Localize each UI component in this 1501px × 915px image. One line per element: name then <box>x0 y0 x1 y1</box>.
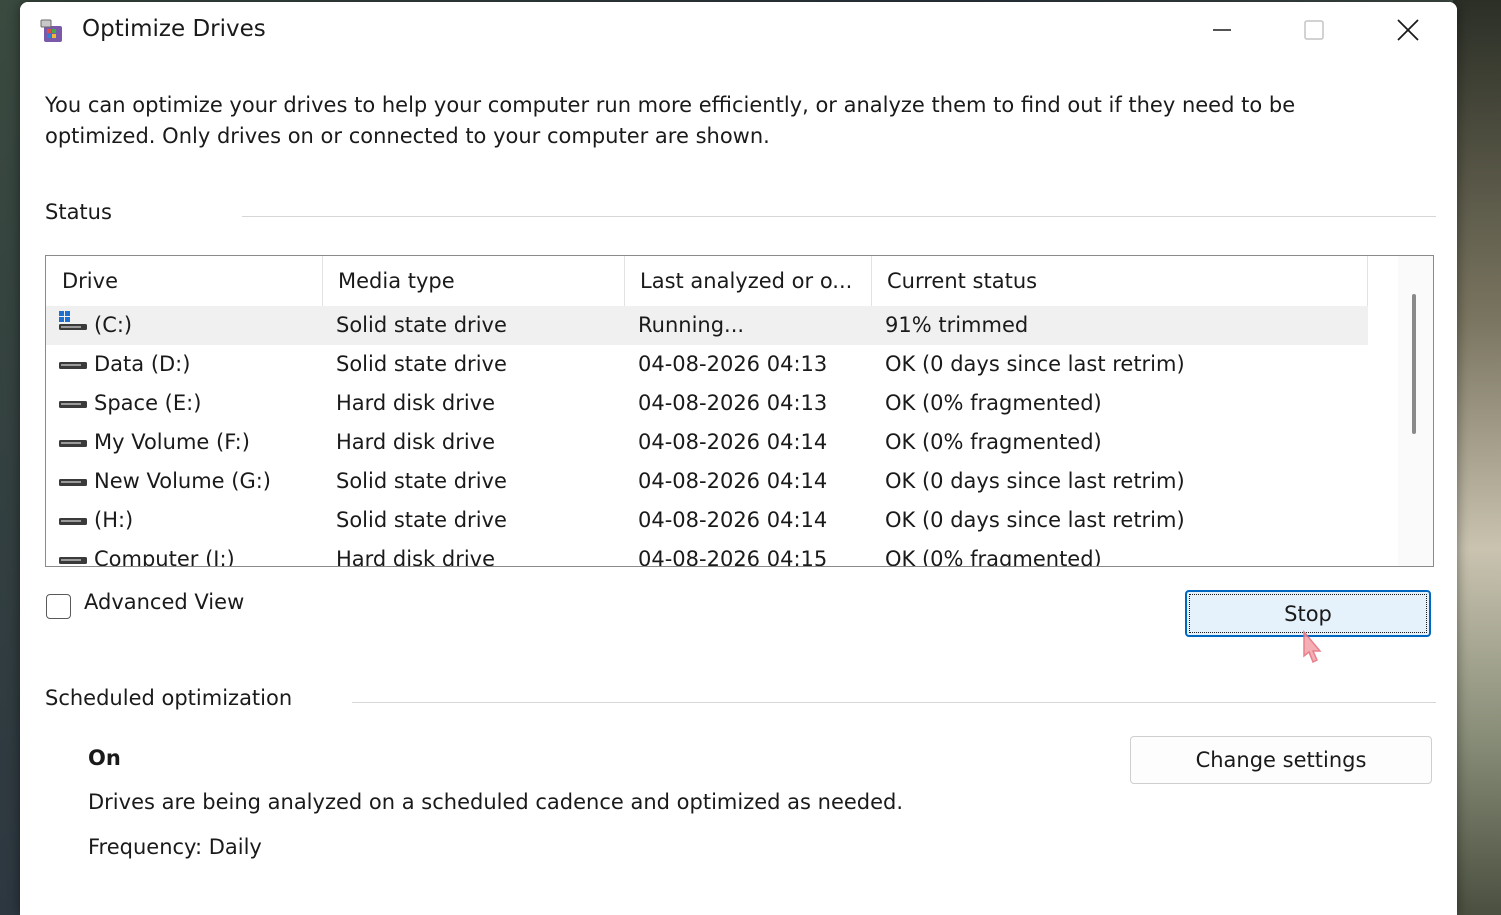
optimize-drives-window: Optimize Drives You can optimize your dr… <box>20 2 1457 915</box>
drive-icon <box>59 440 87 447</box>
column-separator[interactable] <box>1367 256 1368 306</box>
drive-name: (H:) <box>94 508 134 532</box>
maximize-icon <box>1304 20 1324 40</box>
status-group-divider <box>242 216 1436 217</box>
last-analyzed: 04-08-2026 04:14 <box>638 430 828 454</box>
media-type: Solid state drive <box>336 352 507 376</box>
media-type: Hard disk drive <box>336 430 496 454</box>
current-status: OK (0% fragmented) <box>885 391 1102 415</box>
advanced-view-label[interactable]: Advanced View <box>84 590 244 614</box>
schedule-description: Drives are being analyzed on a scheduled… <box>88 790 904 814</box>
drive-row[interactable]: New Volume (G:) Solid state drive 04-08-20… <box>46 462 1368 501</box>
scheduled-group-divider <box>352 702 1436 703</box>
drive-row[interactable]: Space (E:) Hard disk drive 04-08-2026 04:1… <box>46 384 1368 423</box>
minimize-icon <box>1213 29 1231 31</box>
drive-list[interactable]: Drive Media type Last analyzed or o... C… <box>45 255 1434 567</box>
drive-row[interactable]: (H:) Solid state drive 04-08-2026 04:14 OK … <box>46 501 1368 540</box>
maximize-button[interactable] <box>1268 6 1360 54</box>
description-text: You can optimize your drives to help you… <box>45 93 1296 148</box>
close-button[interactable] <box>1362 6 1454 54</box>
drive-name: (C:) <box>94 313 133 337</box>
title-bar[interactable]: Optimize Drives <box>20 2 1457 60</box>
column-header-media-type[interactable]: Media type <box>322 256 624 304</box>
desktop-wallpaper <box>1453 0 1501 915</box>
last-analyzed: 04-08-2026 04:14 <box>638 469 828 493</box>
drive-name: New Volume (G:) <box>94 469 271 493</box>
drive-name: My Volume (F:) <box>94 430 250 454</box>
scheduled-group-label: Scheduled optimization <box>45 686 293 710</box>
window-title: Optimize Drives <box>82 16 266 42</box>
schedule-state: On <box>88 746 121 770</box>
drive-icon <box>59 518 87 525</box>
column-header-drive[interactable]: Drive <box>46 256 322 304</box>
advanced-view-checkbox[interactable] <box>46 594 71 619</box>
drive-row[interactable]: (C:) Solid state drive Running... 91% trimm… <box>46 306 1368 345</box>
media-type: Hard disk drive <box>336 547 496 567</box>
media-type: Solid state drive <box>336 313 507 337</box>
list-scrollbar-thumb[interactable] <box>1412 294 1416 434</box>
current-status: OK (0% fragmented) <box>885 430 1102 454</box>
current-status: 91% trimmed <box>885 313 1029 337</box>
last-analyzed: 04-08-2026 04:14 <box>638 508 828 532</box>
column-header-last-analyzed[interactable]: Last analyzed or o... <box>624 256 871 304</box>
last-analyzed: 04-08-2026 04:13 <box>638 352 828 376</box>
mouse-pointer-icon <box>1303 630 1322 664</box>
drive-row[interactable]: My Volume (F:) Hard disk drive 04-08-2026 … <box>46 423 1368 462</box>
drive-row[interactable]: Data (D:) Solid state drive 04-08-2026 04:… <box>46 345 1368 384</box>
media-type: Solid state drive <box>336 508 507 532</box>
current-status: OK (0 days since last retrim) <box>885 469 1185 493</box>
drive-icon <box>59 362 87 369</box>
media-type: Solid state drive <box>336 469 507 493</box>
current-status: OK (0 days since last retrim) <box>885 352 1185 376</box>
drive-icon <box>59 479 87 486</box>
schedule-frequency: Frequency: Daily <box>88 835 262 859</box>
drive-name: Computer (I:) <box>94 547 235 567</box>
last-analyzed: 04-08-2026 04:15 <box>638 547 828 567</box>
media-type: Hard disk drive <box>336 391 496 415</box>
current-status: OK (0 days since last retrim) <box>885 508 1185 532</box>
status-group-label: Status <box>45 200 112 224</box>
current-status: OK (0% fragmented) <box>885 547 1102 567</box>
drive-name: Data (D:) <box>94 352 191 376</box>
windows-drive-icon <box>59 311 87 330</box>
drive-icon <box>59 557 87 564</box>
column-header-current-status[interactable]: Current status <box>871 256 1367 304</box>
defrag-app-icon <box>40 19 62 42</box>
dialog-content: You can optimize your drives to help you… <box>20 60 1457 915</box>
last-analyzed: Running... <box>638 313 745 337</box>
drive-row[interactable]: Computer (I:) Hard disk drive 04-08-2026 0… <box>46 540 1368 567</box>
minimize-button[interactable] <box>1176 6 1268 54</box>
close-icon <box>1397 19 1419 41</box>
change-settings-button[interactable]: Change settings <box>1130 736 1432 784</box>
last-analyzed: 04-08-2026 04:13 <box>638 391 828 415</box>
drive-name: Space (E:) <box>94 391 202 415</box>
drive-icon <box>59 401 87 408</box>
